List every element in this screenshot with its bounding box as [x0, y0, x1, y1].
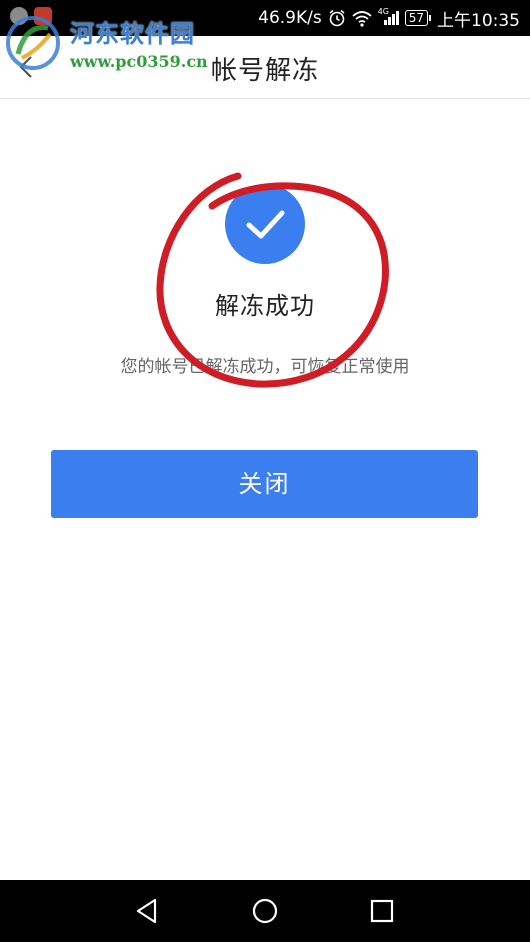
- recents-square-icon: [370, 899, 394, 923]
- watermark-logo-icon: [6, 16, 60, 70]
- signal-icon: 4G: [378, 7, 399, 25]
- wifi-icon: [352, 11, 372, 27]
- watermark-url: www.pc0359.cn: [70, 52, 208, 71]
- success-badge: [225, 184, 305, 264]
- navigation-bar: [0, 880, 530, 942]
- watermark-name: 河东软件园: [70, 19, 195, 48]
- screen: 46.9K/s 4G 57 上午10:35 河东软件园 www.pc0359.c…: [0, 0, 530, 942]
- home-circle-icon: [252, 898, 278, 924]
- alarm-icon: [329, 9, 345, 27]
- nav-home-button[interactable]: [248, 894, 282, 928]
- battery-icon: 57: [404, 10, 431, 26]
- back-triangle-icon: [136, 898, 157, 924]
- result-title: 解冻成功: [215, 292, 315, 320]
- nav-recents-button[interactable]: [365, 894, 399, 928]
- battery-level: 57: [404, 10, 428, 26]
- result-description: 您的帐号已解冻成功，可恢复正常使用: [120, 357, 410, 377]
- nav-back-button[interactable]: [130, 894, 164, 928]
- close-button[interactable]: 关闭: [51, 450, 478, 518]
- clock: 上午10:35: [437, 10, 520, 31]
- network-speed: 46.9K/s: [258, 8, 322, 28]
- check-icon: [246, 210, 285, 239]
- network-type: 4G: [377, 7, 390, 16]
- watermark: 河东软件园 www.pc0359.cn: [4, 8, 214, 78]
- status-indicators: 46.9K/s 4G 57 上午10:35: [258, 0, 520, 36]
